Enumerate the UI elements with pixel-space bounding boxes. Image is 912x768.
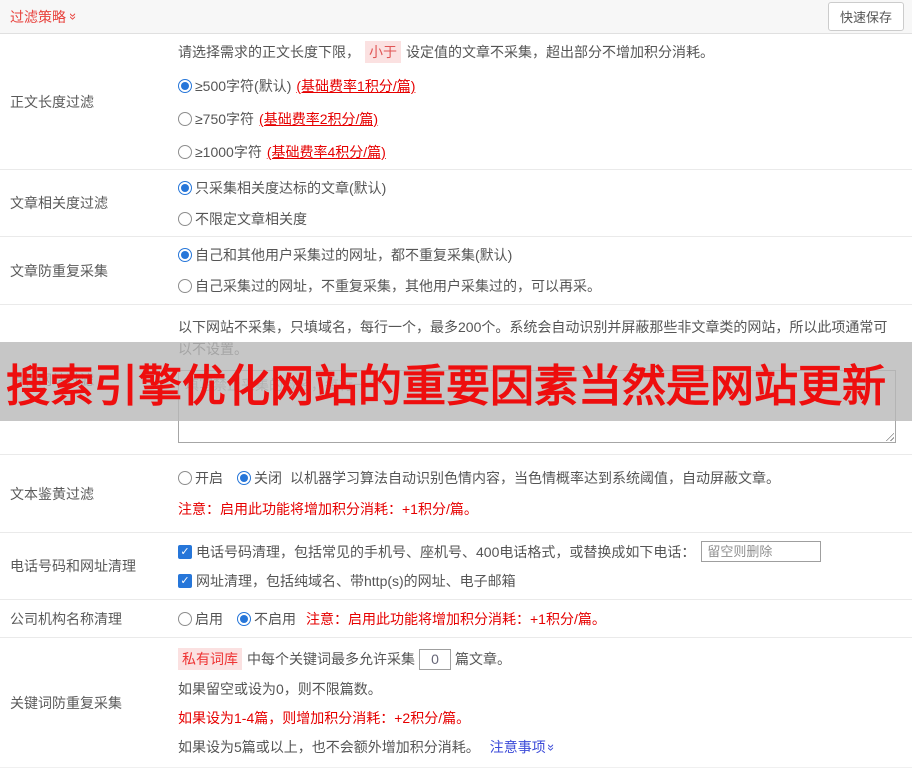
- checkbox-phone-clean-icon[interactable]: ✓: [178, 544, 192, 559]
- radio-porn-on-icon[interactable]: [178, 471, 192, 485]
- length-option-1000[interactable]: ≥1000字符 (基础费率4积分/篇): [178, 142, 902, 162]
- length-option-750[interactable]: ≥750字符 (基础费率2积分/篇): [178, 109, 902, 129]
- porn-description: 以机器学习算法自动识别色情内容，当色情概率达到系统阈值，自动屏蔽文章。: [290, 470, 780, 486]
- watermark-banner: 搜索引擎优化网站的重要因素当然是网站更新: [0, 342, 912, 421]
- length-description: 请选择需求的正文长度下限， 小于 设定值的文章不采集，超出部分不增加积分消耗。: [178, 41, 902, 63]
- radio-500-icon[interactable]: [178, 79, 192, 93]
- length-option-500[interactable]: ≥500字符(默认) (基础费率1积分/篇): [178, 76, 902, 96]
- phone-clean-label: 电话号码清理，包括常见的手机号、座机号、400电话格式，或替换成如下电话：: [196, 543, 696, 560]
- radio-dedup-global-icon[interactable]: [178, 248, 192, 262]
- row-body-length-filter: 正文长度过滤 请选择需求的正文长度下限， 小于 设定值的文章不采集，超出部分不增…: [0, 34, 912, 170]
- company-on-label: 启用: [195, 610, 223, 627]
- row-label: 公司机构名称清理: [10, 610, 122, 627]
- row-label: 文本鉴黄过滤: [10, 485, 94, 502]
- less-than-highlight: 小于: [365, 41, 401, 63]
- relevance-option-any[interactable]: 不限定文章相关度: [178, 209, 902, 229]
- max-articles-input[interactable]: [419, 648, 451, 670]
- porn-off-label: 关闭: [254, 470, 282, 486]
- company-cost-note: 注意：启用此功能将增加积分消耗：+1积分/篇。: [306, 610, 606, 627]
- filter-settings-page: 过滤策略 » 快速保存 正文长度过滤 请选择需求的正文长度下限， 小于 设定值的…: [0, 0, 912, 768]
- porn-cost-note: 注意：启用此功能将增加积分消耗：+1积分/篇。: [178, 501, 478, 517]
- notice-link[interactable]: 注意事项 »: [490, 737, 559, 757]
- porn-on-label: 开启: [195, 470, 223, 486]
- checkbox-url-clean-icon[interactable]: ✓: [178, 574, 192, 588]
- replacement-phone-input[interactable]: [701, 541, 822, 562]
- row-label: 正文长度过滤: [10, 93, 94, 110]
- radio-porn-off-icon[interactable]: [237, 471, 251, 485]
- chevron-double-down-icon: »: [66, 12, 82, 21]
- chevron-double-down-icon: »: [543, 743, 559, 751]
- row-label: 电话号码和网址清理: [10, 558, 136, 574]
- row-porn-filter: 文本鉴黄过滤 开启 关闭 以机器学习算法自动识别色情内容，当色情概率达到系统阈值…: [0, 455, 912, 533]
- radio-1000-icon[interactable]: [178, 145, 192, 159]
- quick-save-button[interactable]: 快速保存: [827, 2, 904, 31]
- rate-note: (基础费率2积分/篇): [259, 111, 379, 127]
- relevance-option-strict[interactable]: 只采集相关度达标的文章(默认): [178, 178, 902, 198]
- url-clean-label: 网址清理，包括纯域名、带http(s)的网址、电子邮箱: [196, 573, 516, 589]
- dedup-option-self[interactable]: 自己采集过的网址，不重复采集，其他用户采集过的，可以再采。: [178, 276, 902, 296]
- radio-750-icon[interactable]: [178, 112, 192, 126]
- watermark-text: 搜索引擎优化网站的重要因素当然是网站更新: [6, 361, 886, 411]
- keyword-note-five: 如果设为5篇或以上，也不会额外增加积分消耗。: [178, 739, 480, 755]
- row-relevance-filter: 文章相关度过滤 只采集相关度达标的文章(默认) 不限定文章相关度: [0, 170, 912, 237]
- company-off-label: 不启用: [254, 610, 296, 627]
- row-label: 关键词防重复采集: [10, 694, 122, 711]
- row-dedup-filter: 文章防重复采集 自己和其他用户采集过的网址，都不重复采集(默认) 自己采集过的网…: [0, 237, 912, 305]
- row-label: 文章相关度过滤: [10, 195, 108, 211]
- private-lexicon-link[interactable]: 私有词库: [178, 648, 242, 670]
- keyword-note-cost: 如果设为1-4篇，则增加积分消耗：+2积分/篇。: [178, 710, 471, 726]
- radio-relevance-any-icon[interactable]: [178, 211, 192, 226]
- filter-strategy-title: 过滤策略: [10, 8, 66, 25]
- row-label: 文章防重复采集: [10, 262, 108, 279]
- radio-company-on-icon[interactable]: [178, 611, 192, 626]
- header-bar: 过滤策略 » 快速保存: [0, 0, 912, 34]
- rate-note: (基础费率1积分/篇): [296, 78, 416, 94]
- radio-company-off-icon[interactable]: [237, 611, 251, 626]
- rate-note: (基础费率4积分/篇): [266, 144, 386, 160]
- radio-dedup-self-icon[interactable]: [178, 279, 192, 293]
- row-company-name-clean: 公司机构名称清理 启用 不启用 注意：启用此功能将增加积分消耗：+1积分/篇。: [0, 600, 912, 638]
- radio-relevance-strict-icon[interactable]: [178, 180, 192, 195]
- row-phone-url-clean: 电话号码和网址清理 ✓ 电话号码清理，包括常见的手机号、座机号、400电话格式，…: [0, 533, 912, 600]
- keyword-note-zero: 如果留空或设为0，则不限篇数。: [178, 681, 382, 697]
- row-keyword-dedup: 关键词防重复采集 私有词库 中每个关键词最多允许采集 篇文章。 如果留空或设为0…: [0, 638, 912, 768]
- dedup-option-global[interactable]: 自己和其他用户采集过的网址，都不重复采集(默认): [178, 245, 902, 265]
- filter-strategy-toggle[interactable]: 过滤策略 »: [10, 7, 82, 27]
